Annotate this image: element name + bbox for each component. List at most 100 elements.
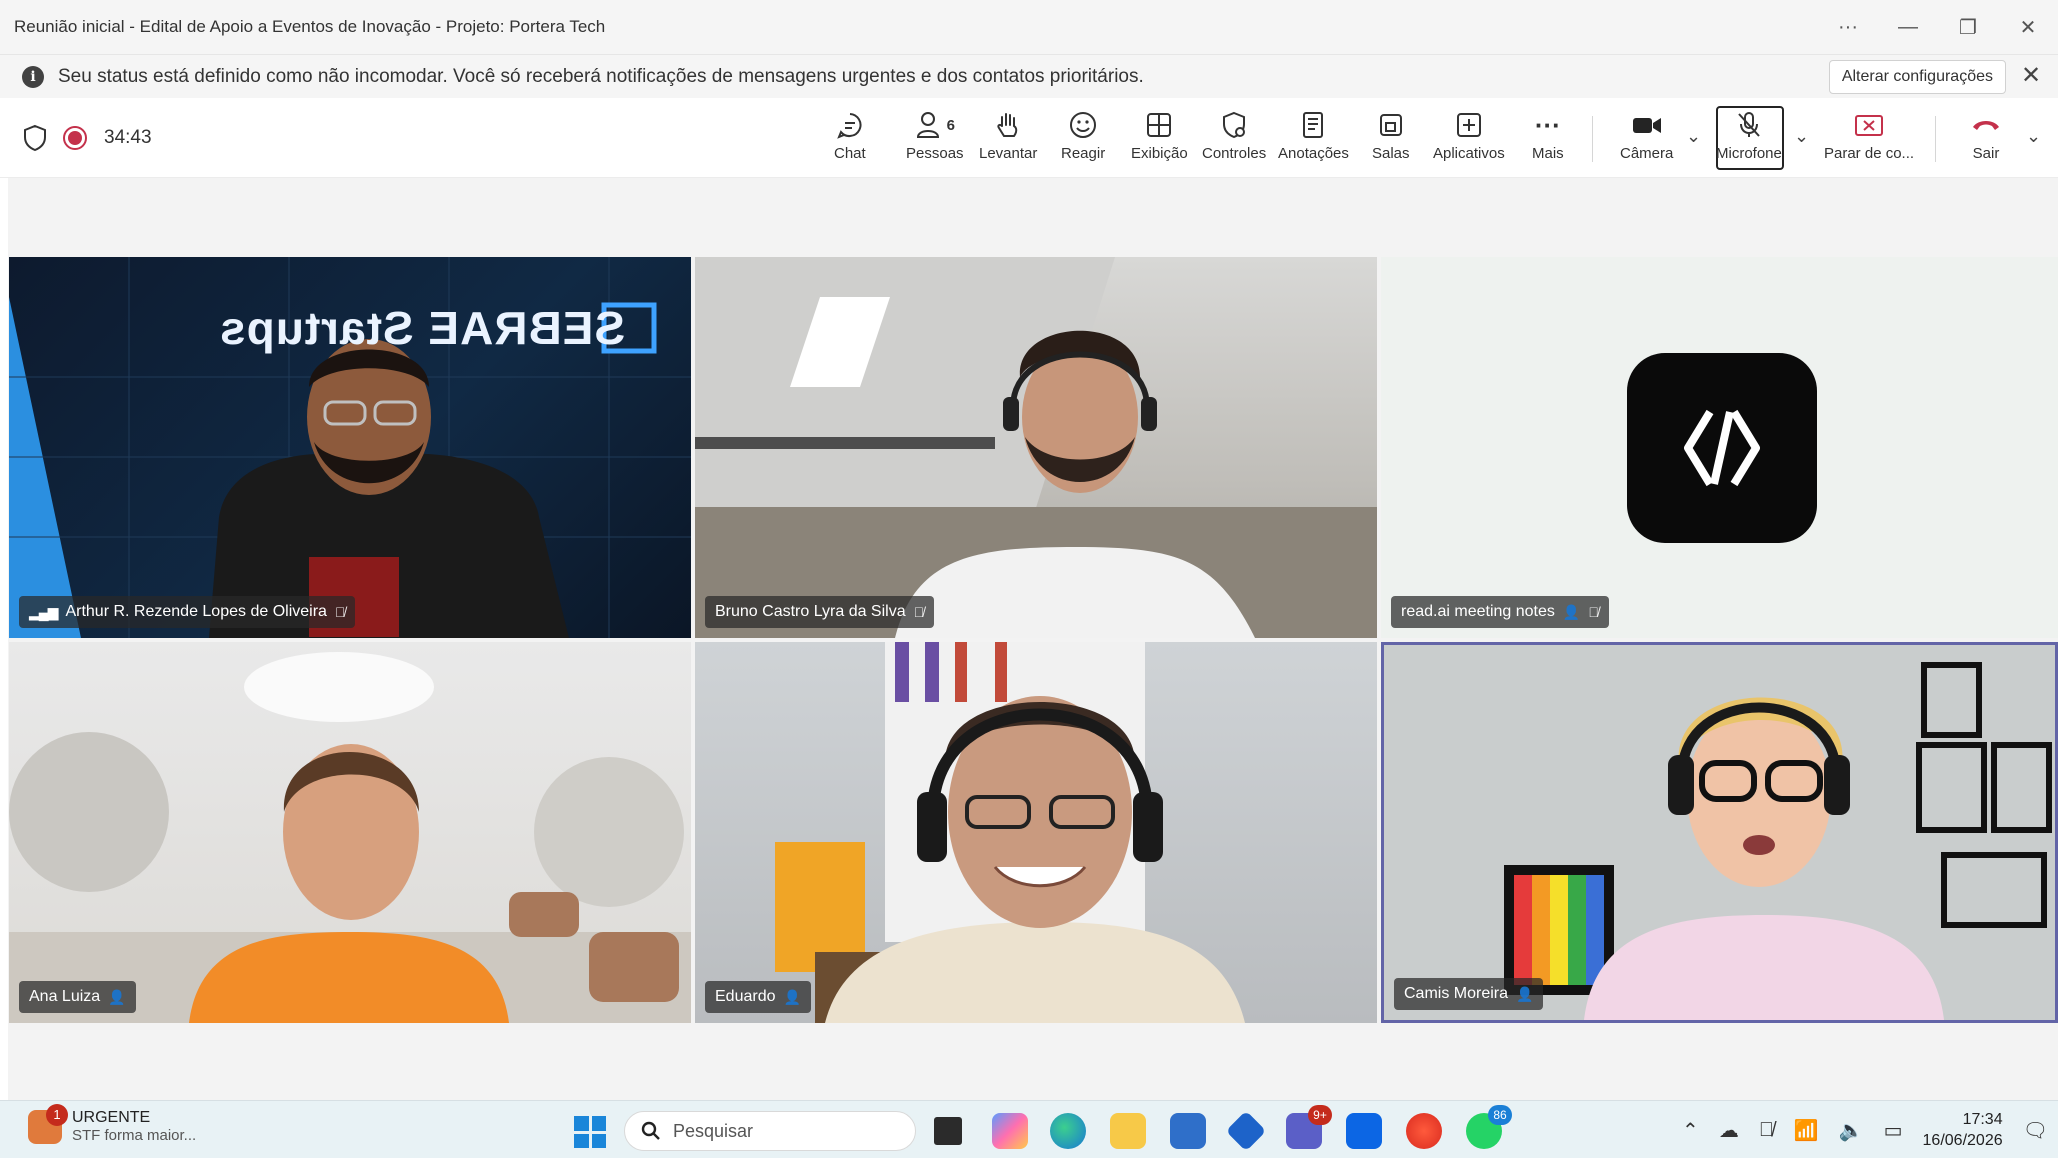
controls-button[interactable]: Controles: [1202, 108, 1266, 170]
signal-bars-icon: ▂▄▆: [29, 603, 58, 620]
windows-start-icon[interactable]: [574, 1116, 606, 1148]
more-options-icon[interactable]: ···: [1818, 16, 1878, 39]
mic-muted-icon[interactable]: 🎙̸: [1759, 1119, 1774, 1142]
system-clock[interactable]: 17:34 16/06/2026: [1923, 1109, 2003, 1151]
react-button[interactable]: Reagir: [1061, 108, 1105, 170]
task-view-icon[interactable]: [934, 1117, 962, 1145]
store-icon[interactable]: [1170, 1113, 1206, 1149]
dnd-notification-bar: i Seu status está definido como não inco…: [0, 54, 2058, 98]
people-icon: 6: [915, 108, 955, 142]
apps-button[interactable]: Aplicativos: [1433, 108, 1505, 170]
notification-message: Seu status está definido como não incomo…: [58, 65, 1144, 87]
toolbar-divider: [1592, 116, 1593, 162]
news-title: URGENTE: [72, 1109, 151, 1126]
raise-label: Levantar: [979, 145, 1038, 162]
participant-name-tag: Camis Moreira 👤: [1394, 978, 1544, 1010]
sebrae-logo-text: SEBRAE Startups: [219, 302, 626, 354]
outlook-icon[interactable]: [1225, 1110, 1267, 1152]
view-button[interactable]: Exibição: [1131, 108, 1188, 170]
mic-muted-icon: 🎙̸: [913, 604, 925, 620]
chat-button[interactable]: Chat: [834, 108, 866, 170]
news-icon: 1: [28, 1103, 68, 1144]
notes-button[interactable]: Anotações: [1278, 108, 1349, 170]
shield-icon[interactable]: [22, 124, 48, 152]
file-explorer-icon[interactable]: [1110, 1113, 1146, 1149]
stop-share-label: Parar de co...: [1824, 145, 1915, 162]
camera-icon: [1631, 108, 1663, 142]
guest-icon: 👤: [108, 988, 126, 1005]
view-label: Exibição: [1131, 145, 1188, 162]
participant-name: read.ai meeting notes: [1401, 603, 1555, 620]
search-placeholder: Pesquisar: [673, 1120, 754, 1141]
news-subtitle: STF forma maior...: [72, 1127, 197, 1144]
people-button[interactable]: 6 Pessoas: [906, 108, 964, 170]
participant-tile-readai[interactable]: read.ai meeting notes 👤 🎙̸: [1381, 257, 2058, 638]
mic-muted-icon: [1734, 108, 1764, 142]
chat-label: Chat: [834, 145, 866, 162]
code-logo-icon: [1684, 409, 1760, 487]
show-hidden-icons-chevron-icon[interactable]: ⌃: [1682, 1118, 1699, 1143]
camera-button[interactable]: Câmera: [1620, 108, 1673, 170]
controls-label: Controles: [1202, 145, 1267, 162]
window-title: Reunião inicial - Edital de Apoio a Even…: [14, 17, 606, 36]
leave-options-chevron-icon[interactable]: ⌄: [2026, 126, 2041, 147]
whatsapp-icon[interactable]: 86: [1466, 1105, 1512, 1149]
system-tray: ⌃ ☁ 🎙̸ 📶 🔈 ▭ 17:34 16/06/2026 🗨: [1682, 1101, 2048, 1158]
meeting-toolbar: 34:43 Chat 6 Pessoas Levantar Reagir Exi…: [0, 98, 2058, 178]
notifications-icon[interactable]: 🗨: [2023, 1118, 2048, 1143]
participant-name-tag: read.ai meeting notes 👤 🎙̸: [1391, 596, 1609, 628]
restore-icon[interactable]: ❐: [1938, 15, 1998, 40]
office-icon[interactable]: [1406, 1113, 1442, 1149]
readai-avatar: [1627, 353, 1817, 543]
hang-up-icon: [1970, 108, 2002, 142]
more-button[interactable]: ··· Mais: [1532, 108, 1564, 170]
minimize-icon[interactable]: —: [1878, 16, 1938, 39]
clock-date: 16/06/2026: [1922, 1132, 2003, 1149]
close-window-icon[interactable]: ✕: [1998, 15, 2058, 40]
leave-button[interactable]: Sair: [1970, 108, 2002, 170]
participant-name: Eduardo: [715, 988, 776, 1005]
battery-icon[interactable]: ▭: [1884, 1118, 1903, 1143]
microphone-button[interactable]: Microfone: [1716, 108, 1782, 170]
close-notification-icon[interactable]: ✕: [2016, 61, 2046, 91]
raise-hand-button[interactable]: Levantar: [979, 108, 1037, 170]
stop-sharing-button[interactable]: Parar de co...: [1824, 108, 1914, 170]
guest-icon: 👤: [1562, 603, 1581, 620]
lounge-background: [9, 652, 691, 1023]
people-label: Pessoas: [906, 145, 964, 162]
ellipsis-icon: ···: [1534, 109, 1561, 140]
camera-options-chevron-icon[interactable]: ⌄: [1686, 126, 1701, 147]
add-app-icon: [1454, 108, 1484, 142]
teams-icon[interactable]: 9+: [1286, 1105, 1332, 1149]
edge-icon[interactable]: [1050, 1113, 1086, 1149]
volume-icon[interactable]: 🔈: [1839, 1118, 1864, 1143]
rooms-button[interactable]: Salas: [1372, 108, 1410, 170]
grid-view-icon: [1144, 108, 1174, 142]
windows-taskbar: 1 URGENTE STF forma maior... Pesquisar 9…: [0, 1100, 2058, 1158]
teams-badge: 9+: [1308, 1105, 1332, 1125]
taskbar-search[interactable]: Pesquisar: [624, 1111, 916, 1151]
participant-tile-camis[interactable]: Camis Moreira 👤: [1381, 642, 2058, 1023]
change-settings-button[interactable]: Alterar configurações: [1828, 60, 2006, 94]
leave-label: Sair: [1972, 145, 2000, 162]
wall-art-background: [1504, 662, 2052, 1020]
participant-tile-bruno[interactable]: Bruno Castro Lyra da Silva 🎙̸: [695, 257, 1377, 638]
news-badge: 1: [46, 1103, 68, 1126]
participant-name-tag: ▂▄▆ Arthur R. Rezende Lopes de Oliveira …: [19, 596, 356, 628]
news-widget[interactable]: 1 URGENTE STF forma maior...: [28, 1103, 197, 1144]
participant-tile-arthur[interactable]: SEBRAE Startups ▂▄▆ Arthur R. Rezende Lo…: [9, 257, 691, 638]
onedrive-icon[interactable]: ☁: [1719, 1118, 1739, 1143]
wifi-icon[interactable]: 📶: [1794, 1118, 1819, 1143]
meeting-timer: 34:43: [104, 127, 152, 148]
mic-muted-icon: 🎙̸: [334, 604, 346, 620]
react-label: Reagir: [1061, 145, 1106, 162]
search-icon: [641, 1121, 660, 1140]
participant-name-tag: Eduardo 👤: [705, 981, 811, 1013]
copilot-icon[interactable]: [992, 1113, 1028, 1149]
mic-options-chevron-icon[interactable]: ⌄: [1794, 126, 1809, 147]
shield-settings-icon: [1219, 108, 1249, 142]
trello-icon[interactable]: [1346, 1113, 1382, 1149]
rooms-icon: [1376, 108, 1406, 142]
participant-tile-ana[interactable]: Ana Luiza 👤: [9, 642, 691, 1023]
participant-tile-eduardo[interactable]: Eduardo 👤: [695, 642, 1377, 1023]
